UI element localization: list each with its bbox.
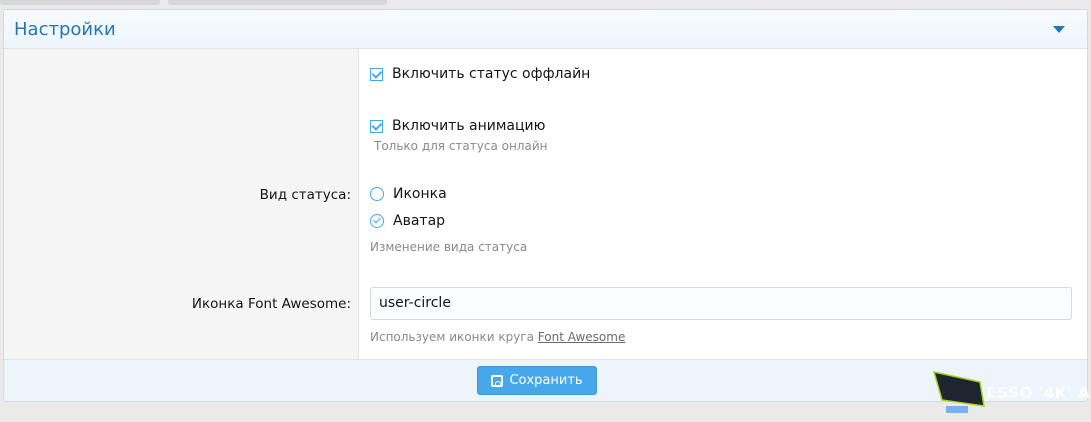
label-column — [4, 49, 359, 361]
animation-hint: Только для статуса онлайн — [374, 139, 548, 153]
animation-checkbox[interactable]: Включить анимацию — [370, 118, 545, 134]
form-body: Включить статус оффлайн Включить анимаци… — [4, 49, 1087, 361]
save-label: Сохранить — [509, 373, 583, 388]
checkbox-checked-icon[interactable] — [370, 119, 383, 133]
save-button[interactable]: Сохранить — [477, 366, 597, 395]
watermark-text: ESSO '4K' APPS — [986, 383, 1091, 402]
fa-icon-label: Иконка Font Awesome: — [191, 296, 351, 312]
top-tab[interactable] — [0, 0, 160, 5]
checkbox-checked-icon[interactable] — [370, 67, 383, 81]
fa-icon-input[interactable]: user-circle — [370, 287, 1072, 320]
radio-checked-icon[interactable] — [370, 214, 384, 228]
hint-text: Используем иконки круга — [370, 330, 534, 344]
collapse-caret-icon[interactable] — [1053, 26, 1065, 33]
status-option-icon[interactable]: Иконка — [370, 186, 447, 202]
save-icon — [491, 374, 504, 387]
watermark-logo — [932, 371, 985, 413]
status-option-avatar[interactable]: Аватар — [370, 213, 445, 229]
panel-footer: Сохранить — [4, 359, 1087, 401]
option-label: Аватар — [393, 213, 446, 229]
offline-checkbox[interactable]: Включить статус оффлайн — [370, 66, 590, 82]
status-type-hint: Изменение вида статуса — [370, 240, 528, 254]
panel-title: Настройки — [14, 19, 116, 40]
panel-header[interactable]: Настройки — [4, 10, 1087, 49]
settings-panel: Настройки Включить статус оффлайн Включи… — [3, 9, 1088, 402]
fa-icon-hint: Используем иконки круга Font Awesome — [370, 330, 625, 344]
radio-icon[interactable] — [370, 187, 384, 201]
font-awesome-link[interactable]: Font Awesome — [538, 330, 626, 344]
top-tab[interactable] — [168, 0, 387, 5]
offline-label: Включить статус оффлайн — [392, 66, 591, 82]
option-label: Иконка — [393, 186, 447, 202]
animation-label: Включить анимацию — [392, 118, 546, 134]
status-type-label: Вид статуса: — [259, 187, 351, 203]
